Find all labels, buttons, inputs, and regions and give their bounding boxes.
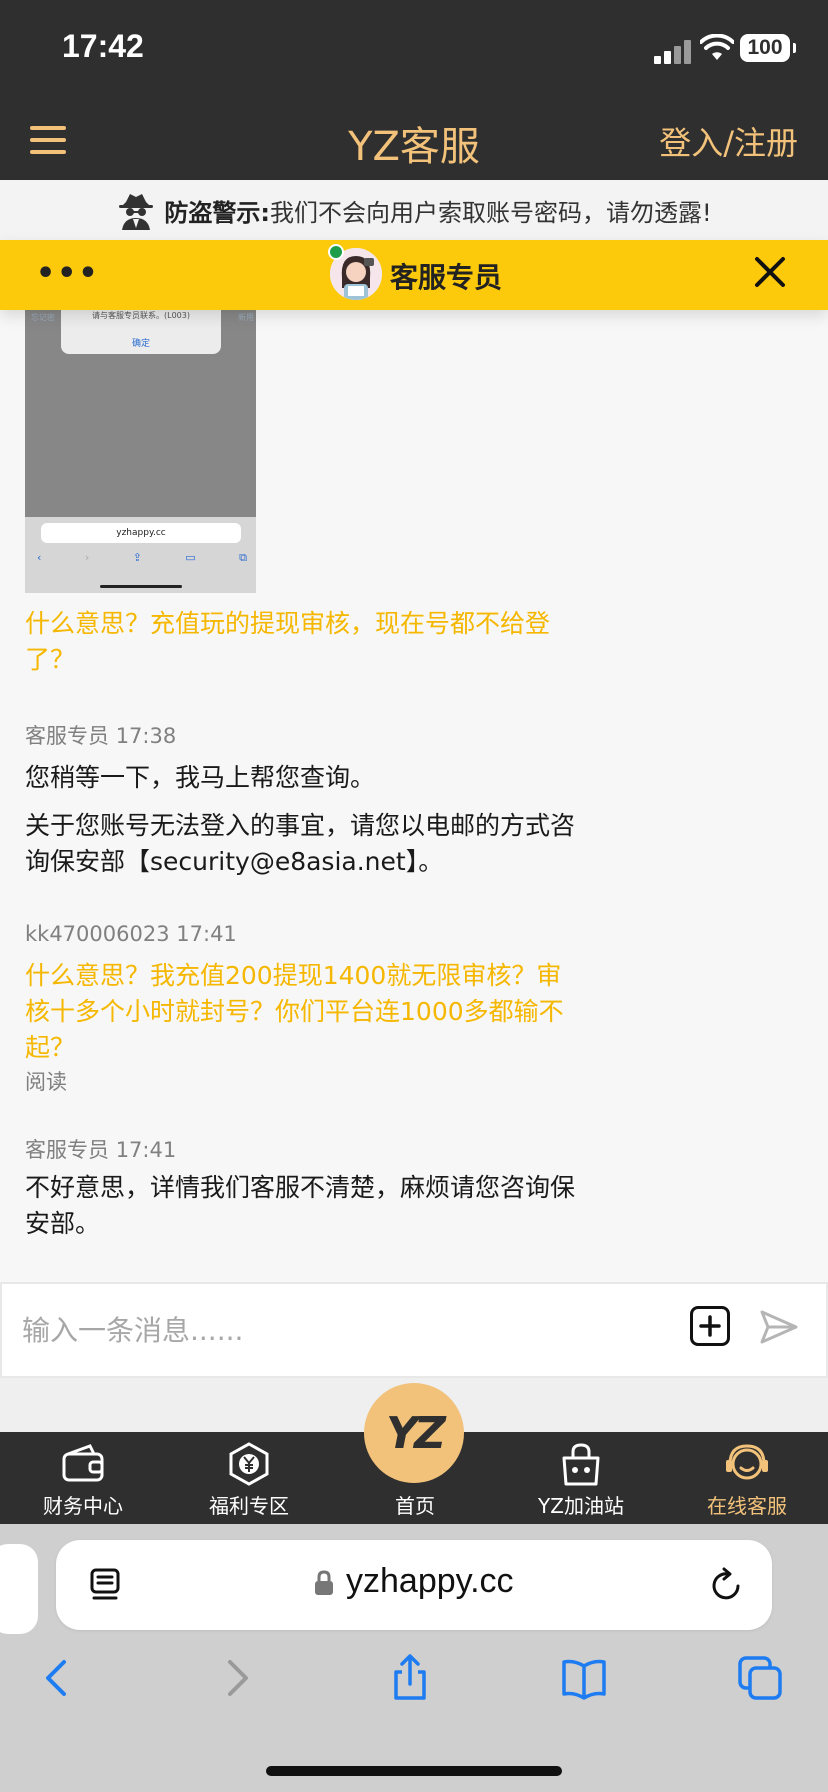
message-sender: 客服专员 — [25, 1138, 109, 1162]
warning-text: 我们不会向用户索取账号密码，请勿透露! — [269, 198, 712, 227]
screenshot-dialog-text: 请与客服专员联系。(L003) — [92, 311, 190, 320]
wifi-icon — [700, 34, 734, 60]
bookmarks-icon[interactable] — [560, 1654, 608, 1702]
message-text: 什么意思？我充值200提现1400就无限审核？审核十多个小时就封号？你们平台连1… — [25, 961, 564, 1062]
back-icon[interactable] — [34, 1654, 82, 1702]
wallet-icon — [62, 1444, 104, 1482]
online-status-icon — [328, 244, 344, 260]
more-options-icon[interactable]: ••• — [36, 256, 100, 291]
screenshot-browser-bar: yzhappy.cc ‹ › ⇪ ▭ ⧉ — [25, 517, 256, 593]
message-time: 17:41 — [176, 922, 237, 946]
login-register-link[interactable]: 登入/注册 — [659, 118, 798, 164]
nav-label: 财务中心 — [43, 1494, 123, 1518]
message-text: 关于您账号无法登入的事宜，请您以电邮的方式咨询保安部【security@e8as… — [25, 811, 576, 876]
message-text: 不好意思，详情我们客服不清楚，麻烦请您咨询保安部。 — [25, 1173, 576, 1238]
screenshot-dialog: 请与客服专员联系。(L003) 确定 — [61, 310, 221, 354]
yen-hexagon-icon — [229, 1442, 269, 1486]
message-input[interactable] — [22, 1302, 662, 1358]
message-sender: 客服专员 — [25, 724, 109, 748]
screenshot-side-text: 忘记密 — [31, 313, 55, 322]
warning-label: 防盗警示: — [164, 198, 270, 227]
nav-welfare-zone[interactable]: 福利专区 — [166, 1432, 332, 1524]
headset-icon — [726, 1444, 768, 1480]
browser-toolbar — [0, 1654, 828, 1714]
screenshot-url: yzhappy.cc — [41, 523, 241, 543]
home-indicator — [266, 1766, 562, 1776]
forward-icon[interactable] — [212, 1654, 260, 1702]
nav-yz-station[interactable]: YZ加油站 — [498, 1432, 664, 1524]
nav-label: 在线客服 — [707, 1494, 787, 1518]
message-text: 什么意思？充值玩的提现审核，现在号都不给登了？ — [25, 609, 551, 674]
app-header: YZ客服 登入/注册 — [0, 100, 828, 180]
chat-header: ••• 客服专员 — [0, 240, 828, 310]
security-warning-banner: 防盗警示: 我们不会向用户索取账号密码，请勿透露! — [0, 180, 828, 240]
agent-name: 客服专员 — [390, 261, 503, 294]
screenshot-home-indicator — [100, 585, 182, 588]
nav-label: 首页 — [395, 1494, 435, 1518]
shopping-bag-icon — [562, 1443, 600, 1486]
browser-chrome: yzhappy.cc — [0, 1524, 828, 1792]
screenshot-confirm: 确定 — [131, 339, 150, 349]
nav-online-support[interactable]: 在线客服 — [664, 1432, 828, 1524]
spy-icon — [119, 194, 154, 230]
message-composer — [0, 1282, 828, 1378]
close-icon[interactable] — [752, 254, 788, 290]
message-meta: kk470006023 17:41 — [25, 922, 237, 946]
read-status: 阅读 — [25, 1070, 67, 1094]
lock-icon — [315, 1570, 333, 1595]
message-sender: kk470006023 — [25, 922, 170, 946]
message-time: 17:41 — [115, 1138, 177, 1162]
battery-indicator: 100 — [740, 34, 796, 62]
screenshot-toolbar: ‹ › ⇪ ▭ ⧉ — [37, 551, 247, 564]
home-logo-button[interactable]: YZ — [364, 1383, 464, 1483]
nav-finance-center[interactable]: 财务中心 — [0, 1432, 166, 1524]
url-text: yzhappy.cc — [346, 1562, 514, 1600]
address-bar[interactable]: yzhappy.cc — [56, 1540, 772, 1630]
attached-screenshot[interactable]: 忘记密 新用 请与客服专员联系。(L003) 确定 yzhappy.cc ‹ › ⇪… — [25, 310, 256, 593]
tabs-icon[interactable] — [736, 1654, 784, 1702]
share-icon[interactable] — [386, 1654, 434, 1702]
nav-label: 福利专区 — [209, 1494, 289, 1518]
message-text: 您稍等一下，我马上帮您查询。 — [25, 763, 376, 792]
message-meta: 客服专员 17:41 — [25, 1134, 176, 1164]
message-time: 17:38 — [115, 724, 177, 748]
send-icon[interactable] — [758, 1306, 800, 1348]
menu-icon[interactable] — [30, 124, 66, 156]
chat-messages[interactable]: 忘记密 新用 请与客服专员联系。(L003) 确定 yzhappy.cc ‹ › ⇪… — [0, 310, 828, 1282]
page-menu-icon[interactable] — [90, 1568, 120, 1602]
plus-icon — [699, 1315, 721, 1337]
screenshot-side-text: 新用 — [238, 313, 254, 322]
status-bar: 17:42 100 — [0, 0, 828, 100]
nav-label: YZ加油站 — [538, 1494, 624, 1518]
status-time: 17:42 — [62, 28, 144, 64]
yz-logo-icon: YZ — [386, 1407, 446, 1459]
cellular-signal-icon — [654, 40, 694, 64]
previous-tab[interactable] — [0, 1544, 38, 1634]
add-attachment-button[interactable] — [690, 1306, 730, 1346]
reload-icon[interactable] — [708, 1566, 744, 1604]
message-meta: 客服专员 17:38 — [25, 720, 176, 750]
